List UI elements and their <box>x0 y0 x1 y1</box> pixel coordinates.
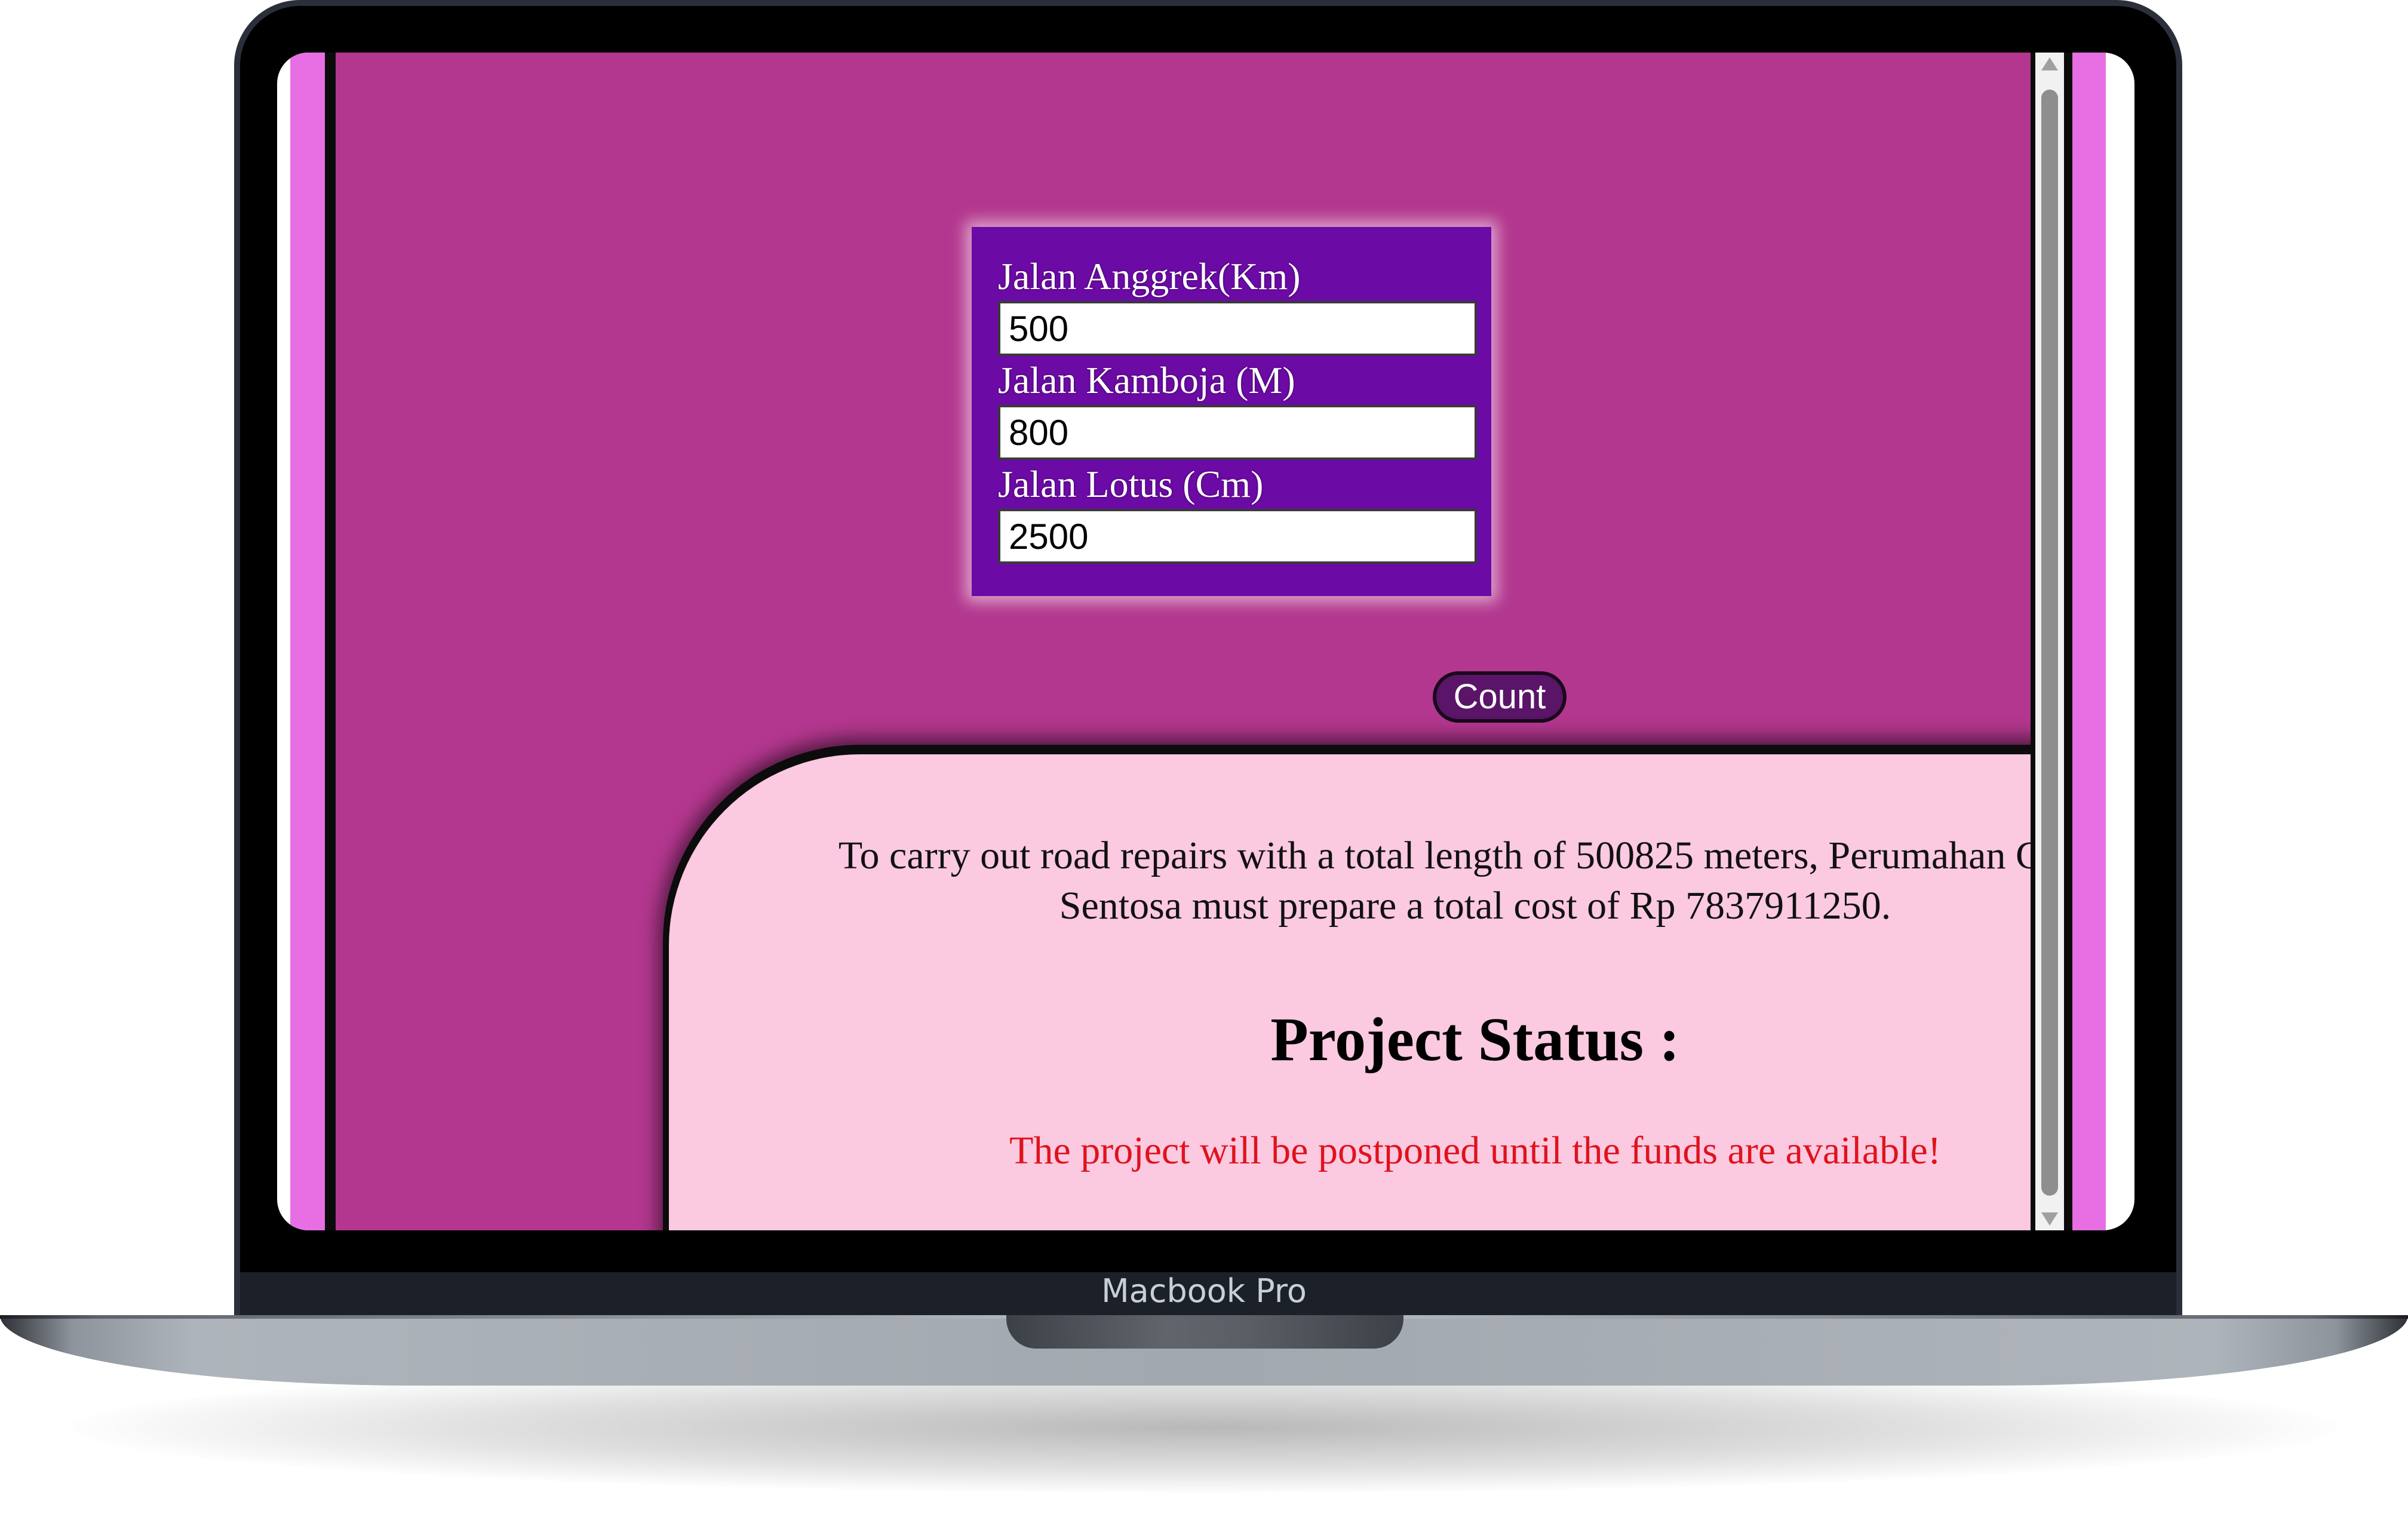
browser-viewport: Jalan Anggrek(Km) Jalan Kamboja (M) Jala… <box>277 53 2134 1230</box>
field-label-kamboja: Jalan Kamboja (M) <box>998 359 1295 401</box>
result-card: To carry out road repairs with a total l… <box>669 754 2031 1230</box>
device-label: Macbook Pro <box>1101 1272 1307 1310</box>
left-border-line <box>325 53 336 1230</box>
result-summary: To carry out road repairs with a total l… <box>838 834 2031 928</box>
status-heading: Project Status : <box>1270 1005 1680 1074</box>
scroll-up-arrow-icon[interactable] <box>2041 57 2058 70</box>
input-form: Jalan Anggrek(Km) Jalan Kamboja (M) Jala… <box>972 227 1491 596</box>
status-message: The project will be postponed until the … <box>1009 1129 1941 1172</box>
field-label-anggrek: Jalan Anggrek(Km) <box>998 255 1301 297</box>
web-page: Jalan Anggrek(Km) Jalan Kamboja (M) Jala… <box>336 53 2031 1230</box>
kamboja-input[interactable] <box>998 405 1477 460</box>
laptop-screen: Jalan Anggrek(Km) Jalan Kamboja (M) Jala… <box>277 53 2134 1230</box>
vertical-scrollbar[interactable] <box>2035 53 2064 1230</box>
right-border-line-outer <box>2064 53 2072 1230</box>
left-border-stripe <box>290 53 325 1230</box>
count-button[interactable]: Count <box>1433 671 1567 723</box>
lotus-input[interactable] <box>998 509 1477 564</box>
scroll-down-arrow-icon[interactable] <box>2041 1212 2058 1226</box>
scrollbar-thumb[interactable] <box>2041 90 2058 1196</box>
anggrek-input[interactable] <box>998 301 1477 356</box>
laptop-notch <box>1006 1315 1403 1349</box>
screenshot-stage: Macbook Pro Jalan Anggrek(Km) Jalan Kamb… <box>0 0 2408 1517</box>
right-border-stripe <box>2072 53 2106 1230</box>
field-label-lotus: Jalan Lotus (Cm) <box>998 463 1264 505</box>
right-border-line <box>2031 53 2035 1230</box>
